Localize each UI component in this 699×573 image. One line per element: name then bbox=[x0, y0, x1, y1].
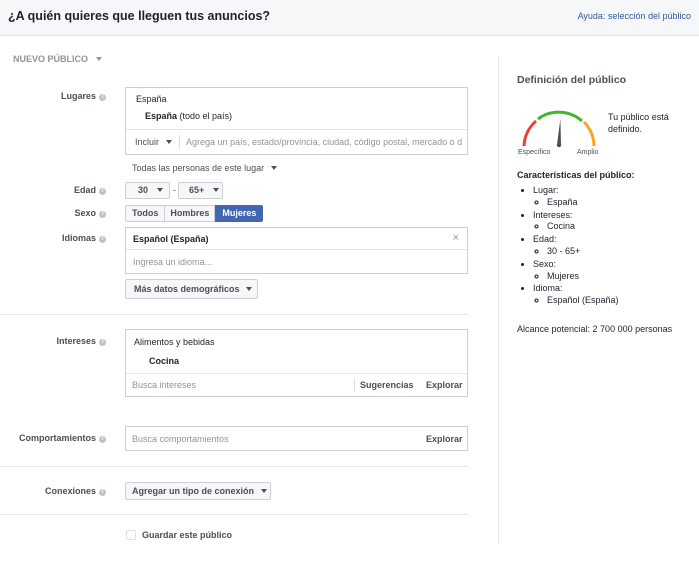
gender-all-button[interactable]: Todos bbox=[125, 205, 166, 222]
audience-status: Tu público está definido. bbox=[608, 112, 669, 134]
people-filter-label: Todas las personas de este lugar bbox=[132, 163, 265, 173]
page-title: ¿A quién quieres que lleguen tus anuncio… bbox=[8, 9, 271, 23]
languages-label: Idiomas i bbox=[8, 233, 106, 243]
audience-details-list: Lugar: España Intereses: Cocina Edad: 30… bbox=[517, 185, 687, 308]
potential-reach: Alcance potencial: 2 700 000 personas bbox=[517, 324, 673, 334]
age-label: Edad i bbox=[8, 185, 106, 195]
divider bbox=[179, 135, 180, 149]
more-demographics-label: Más datos demográficos bbox=[134, 284, 240, 294]
info-icon[interactable]: i bbox=[99, 436, 106, 443]
gender-women-button[interactable]: Mujeres bbox=[215, 205, 264, 222]
suggestions-button[interactable]: Sugerencias bbox=[360, 380, 414, 390]
people-filter-dropdown[interactable]: Todas las personas de este lugar bbox=[132, 163, 277, 173]
audience-detail-location-value: España bbox=[547, 197, 687, 209]
connections-dropdown-label: Agregar un tipo de conexión bbox=[132, 486, 255, 496]
audience-detail-age-value: 30 - 65+ bbox=[547, 246, 687, 258]
location-input[interactable]: Agrega un país, estado/provincia, ciudad… bbox=[186, 137, 462, 147]
interests-label: Intereses i bbox=[8, 336, 106, 346]
gender-men-button[interactable]: Hombres bbox=[165, 205, 216, 222]
interests-input[interactable]: Busca intereses bbox=[132, 380, 196, 390]
audience-detail-age: Edad: 30 - 65+ bbox=[533, 234, 687, 258]
panel-divider bbox=[498, 56, 499, 544]
locations-box: España España (todo el país) Incluir Agr… bbox=[125, 87, 468, 155]
behaviors-input[interactable]: Busca comportamientos bbox=[132, 434, 229, 444]
audience-detail-location: Lugar: España bbox=[533, 185, 687, 209]
info-icon[interactable]: i bbox=[99, 236, 106, 243]
gender-selector: Todos Hombres Mujeres bbox=[125, 205, 264, 222]
info-icon[interactable]: i bbox=[99, 188, 106, 195]
audience-detail-interests: Intereses: Cocina bbox=[533, 210, 687, 234]
chevron-down-icon bbox=[95, 57, 102, 61]
new-audience-dropdown[interactable]: NUEVO PÚBLICO bbox=[13, 54, 102, 64]
selected-interest[interactable]: Cocina bbox=[149, 356, 179, 366]
connections-label: Conexiones i bbox=[8, 486, 106, 496]
chevron-down-icon bbox=[270, 166, 277, 170]
chevron-down-icon bbox=[246, 287, 253, 291]
age-min-select[interactable]: 30 bbox=[125, 182, 170, 199]
chevron-down-icon bbox=[212, 188, 219, 192]
audience-detail-interests-value: Cocina bbox=[547, 221, 687, 233]
gauge-orange-arc bbox=[582, 120, 596, 147]
save-audience-checkbox[interactable] bbox=[126, 530, 136, 540]
chevron-down-icon bbox=[165, 140, 172, 144]
audience-detail-language: Idioma: Español (España) bbox=[533, 283, 687, 307]
include-label: Incluir bbox=[135, 137, 160, 147]
selected-language: Español (España) × bbox=[126, 228, 467, 250]
section-divider bbox=[0, 514, 468, 515]
divider bbox=[126, 129, 467, 130]
gauge-green-arc bbox=[537, 110, 583, 123]
gauge-specific-label: Específico bbox=[518, 149, 551, 156]
more-demographics-button[interactable]: Más datos demográficos bbox=[125, 279, 258, 299]
age-min-value: 30 bbox=[138, 185, 149, 195]
divider bbox=[126, 373, 467, 374]
section-divider bbox=[0, 466, 468, 467]
info-icon[interactable]: i bbox=[99, 489, 106, 496]
audience-detail-language-value: Español (España) bbox=[547, 295, 687, 307]
age-max-value: 65+ bbox=[189, 185, 205, 195]
audience-definition-title: Definición del público bbox=[517, 74, 627, 86]
chevron-down-icon bbox=[260, 489, 267, 493]
divider bbox=[354, 378, 355, 391]
gauge-needle bbox=[557, 119, 561, 146]
audience-gauge bbox=[522, 110, 596, 148]
remove-icon[interactable]: × bbox=[453, 232, 459, 244]
gauge-hub bbox=[556, 142, 562, 148]
info-icon[interactable]: i bbox=[99, 339, 106, 346]
selected-location-note: (todo el país) bbox=[179, 111, 233, 121]
selected-location-name: España bbox=[145, 111, 178, 121]
include-dropdown[interactable]: Incluir bbox=[135, 137, 172, 147]
new-audience-label: NUEVO PÚBLICO bbox=[13, 54, 89, 64]
age-max-select[interactable]: 65+ bbox=[178, 182, 223, 199]
chevron-down-icon bbox=[156, 188, 163, 192]
locations-country-header: España bbox=[136, 94, 167, 104]
explore-behaviors-button[interactable]: Explorar bbox=[426, 434, 463, 444]
interest-category: Alimentos y bebidas bbox=[134, 337, 215, 347]
languages-box: Español (España) × Ingresa un idioma... bbox=[125, 227, 468, 274]
selected-location[interactable]: España (todo el país) bbox=[145, 111, 232, 121]
info-icon[interactable]: i bbox=[99, 94, 106, 101]
help-link[interactable]: Ayuda: selección del público bbox=[578, 11, 691, 21]
connections-dropdown[interactable]: Agregar un tipo de conexión bbox=[125, 482, 271, 500]
explore-interests-button[interactable]: Explorar bbox=[426, 380, 463, 390]
page-header: ¿A quién quieres que lleguen tus anuncio… bbox=[0, 0, 699, 36]
gauge-red-arc bbox=[522, 119, 538, 147]
section-divider bbox=[0, 314, 468, 315]
interests-box: Alimentos y bebidas Cocina Busca interes… bbox=[125, 329, 468, 397]
save-audience-label: Guardar este público bbox=[142, 530, 233, 540]
audience-detail-gender: Sexo: Mujeres bbox=[533, 259, 687, 283]
locations-label: Lugares i bbox=[8, 91, 106, 101]
selected-language-name: Español (España) bbox=[133, 234, 209, 244]
gauge-broad-label: Amplio bbox=[577, 149, 599, 156]
audience-detail-gender-value: Mujeres bbox=[547, 271, 687, 283]
info-icon[interactable]: i bbox=[99, 211, 106, 218]
behaviors-label: Comportamientos i bbox=[8, 433, 106, 443]
age-separator: - bbox=[173, 185, 176, 195]
audience-details-title: Características del público: bbox=[517, 170, 635, 180]
gender-label: Sexo i bbox=[8, 208, 106, 218]
behaviors-box: Busca comportamientos Explorar bbox=[125, 426, 468, 451]
language-input[interactable]: Ingresa un idioma... bbox=[133, 257, 212, 267]
